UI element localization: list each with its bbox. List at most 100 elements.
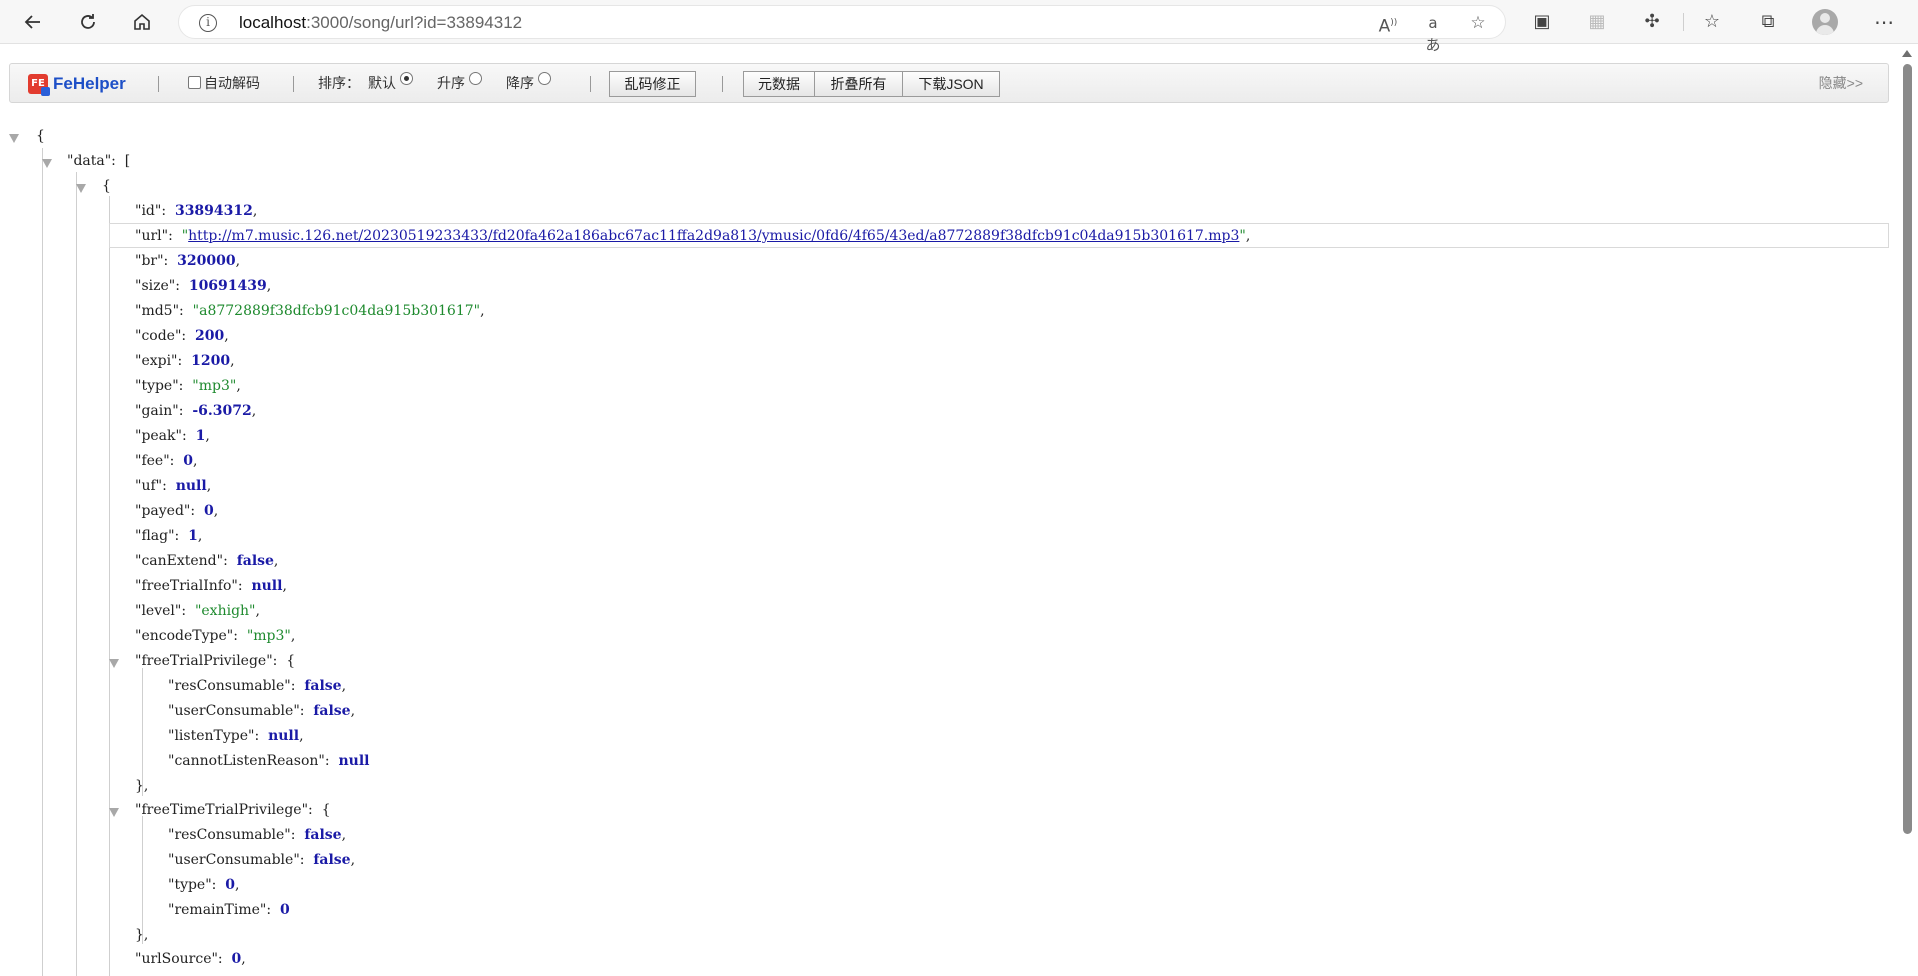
favorites-icon[interactable]: ☆ <box>1700 10 1724 34</box>
json-key: "payed" <box>135 503 191 519</box>
fehelper-logo[interactable]: FE FeHelper <box>28 74 126 96</box>
sort-asc-label: 升序 <box>437 75 465 91</box>
collapse-all-button[interactable]: 折叠所有 <box>815 71 903 97</box>
collections-icon[interactable]: ⧉ <box>1756 10 1780 34</box>
json-key: "url" <box>135 228 169 244</box>
json-row-canextend: "canExtend": false, <box>135 553 279 569</box>
json-key: "urlSource" <box>135 951 218 967</box>
download-json-button[interactable]: 下载JSON <box>903 71 1000 97</box>
json-row-flag: "flag": 1, <box>135 528 203 544</box>
json-number-value: 33894312 <box>174 203 253 219</box>
json-row-cannotlistenreason: "cannotListenReason": null <box>168 753 370 769</box>
json-number-value: -6.3072 <box>192 403 252 419</box>
indent-guide <box>42 148 43 976</box>
json-key: "fee" <box>135 453 170 469</box>
url-host: localhost <box>239 13 307 32</box>
sort-label: 排序： <box>318 75 360 91</box>
hide-toolbar-link[interactable]: 隐藏>> <box>1819 64 1863 102</box>
page-scrollbar[interactable] <box>1898 44 1918 976</box>
json-null-value: null <box>268 728 300 744</box>
json-row-code: "code": 200, <box>135 328 229 344</box>
json-row-expi: "expi": 1200, <box>135 353 235 369</box>
more-icon[interactable]: ⋯ <box>1872 10 1896 34</box>
json-boolean-value: false <box>313 852 351 868</box>
home-icon[interactable] <box>126 6 158 38</box>
sort-asc-radio[interactable] <box>469 72 482 85</box>
json-key: "gain" <box>135 403 179 419</box>
read-aloud-icon[interactable]: A)) <box>1377 12 1399 37</box>
profile-icon[interactable] <box>1812 9 1838 35</box>
json-key: "br" <box>135 253 164 269</box>
collapse-toggle-icon[interactable] <box>109 808 119 817</box>
sort-default-radio[interactable] <box>400 72 413 85</box>
json-string-value: "mp3" <box>192 378 237 394</box>
json-key: "type" <box>168 877 212 893</box>
collapse-toggle-icon[interactable] <box>109 659 119 668</box>
auto-decode-label: 自动解码 <box>204 75 260 91</box>
sort-desc-option[interactable]: 降序 <box>506 64 551 102</box>
scroll-up-arrow-icon[interactable] <box>1902 50 1912 57</box>
json-boolean-value: false <box>313 703 351 719</box>
toolbar-separator <box>158 76 159 92</box>
json-key: "type" <box>135 378 179 394</box>
scroll-thumb[interactable] <box>1903 64 1912 834</box>
back-icon[interactable] <box>17 6 49 38</box>
json-null-value: null <box>175 478 207 494</box>
json-row-type: "type": 0, <box>168 877 240 893</box>
extension-icon[interactable]: ▣ <box>1530 10 1554 34</box>
json-key: "listenType" <box>168 728 255 744</box>
add-favorite-icon[interactable]: ☆ <box>1467 12 1489 34</box>
site-info-icon[interactable]: i <box>199 14 217 32</box>
sort-default-option[interactable]: 默认 <box>368 64 413 102</box>
extension-icon[interactable]: ▦ <box>1585 10 1609 34</box>
fehelper-logo-icon: FE <box>28 74 50 96</box>
json-key: "freeTrialInfo" <box>135 578 238 594</box>
address-bar[interactable]: i localhost:3000/song/url?id=33894312 A)… <box>178 5 1506 54</box>
sort-desc-radio[interactable] <box>538 72 551 85</box>
metadata-button[interactable]: 元数据 <box>743 71 815 97</box>
json-root-open: { <box>36 124 45 149</box>
json-number-value: 0 <box>225 877 236 893</box>
refresh-icon[interactable] <box>72 6 104 38</box>
fehelper-logo-text: FeHelper <box>53 74 126 93</box>
json-null-value: null <box>338 753 370 769</box>
json-key: "canExtend" <box>135 553 224 569</box>
json-row-resconsumable: "resConsumable": false, <box>168 827 347 843</box>
json-item-open: { <box>102 174 111 199</box>
json-row-size: "size": 10691439, <box>135 278 272 294</box>
indent-guide <box>109 196 110 976</box>
json-url-link[interactable]: http://m7.music.126.net/20230519233433/f… <box>188 228 1239 244</box>
auto-decode-checkbox[interactable] <box>188 76 201 89</box>
auto-decode-option[interactable]: 自动解码 <box>188 64 260 102</box>
sort-asc-option[interactable]: 升序 <box>437 64 482 102</box>
json-string-value: "mp3" <box>246 628 291 644</box>
json-boolean-value: false <box>304 678 342 694</box>
json-number-value: 200 <box>195 328 225 344</box>
translate-icon[interactable]: aあ <box>1422 12 1444 54</box>
toolbar-separator <box>590 76 591 92</box>
json-key: "level" <box>135 603 182 619</box>
json-key: "userConsumable" <box>168 703 300 719</box>
json-key: "peak" <box>135 428 182 444</box>
garble-fix-button[interactable]: 乱码修正 <box>609 71 696 97</box>
json-row-br: "br": 320000, <box>135 253 241 269</box>
json-string-value: "a8772889f38dfcb91c04da915b301617" <box>192 303 481 319</box>
url-text[interactable]: localhost:3000/song/url?id=33894312 <box>239 6 522 40</box>
json-row-payed: "payed": 0, <box>135 503 219 519</box>
url-path: :3000/song/url?id=33894312 <box>306 13 523 32</box>
json-number-value: 0 <box>203 503 214 519</box>
bracket: [ <box>124 153 131 169</box>
json-row-resconsumable: "resConsumable": false, <box>168 678 347 694</box>
collapse-toggle-icon[interactable] <box>76 184 86 193</box>
json-key: "remainTime" <box>168 902 267 918</box>
json-row-encodetype: "encodeType": "mp3", <box>135 628 296 644</box>
json-key: "id" <box>135 203 162 219</box>
indent-guide <box>76 172 77 976</box>
toolbar-separator <box>722 76 723 92</box>
json-key: "md5" <box>135 303 180 319</box>
json-number-value: 0 <box>231 951 242 967</box>
extensions-puzzle-icon[interactable]: ✣ <box>1640 10 1664 34</box>
brace: { <box>36 128 45 144</box>
collapse-toggle-icon[interactable] <box>42 159 52 168</box>
collapse-toggle-icon[interactable] <box>9 134 19 143</box>
